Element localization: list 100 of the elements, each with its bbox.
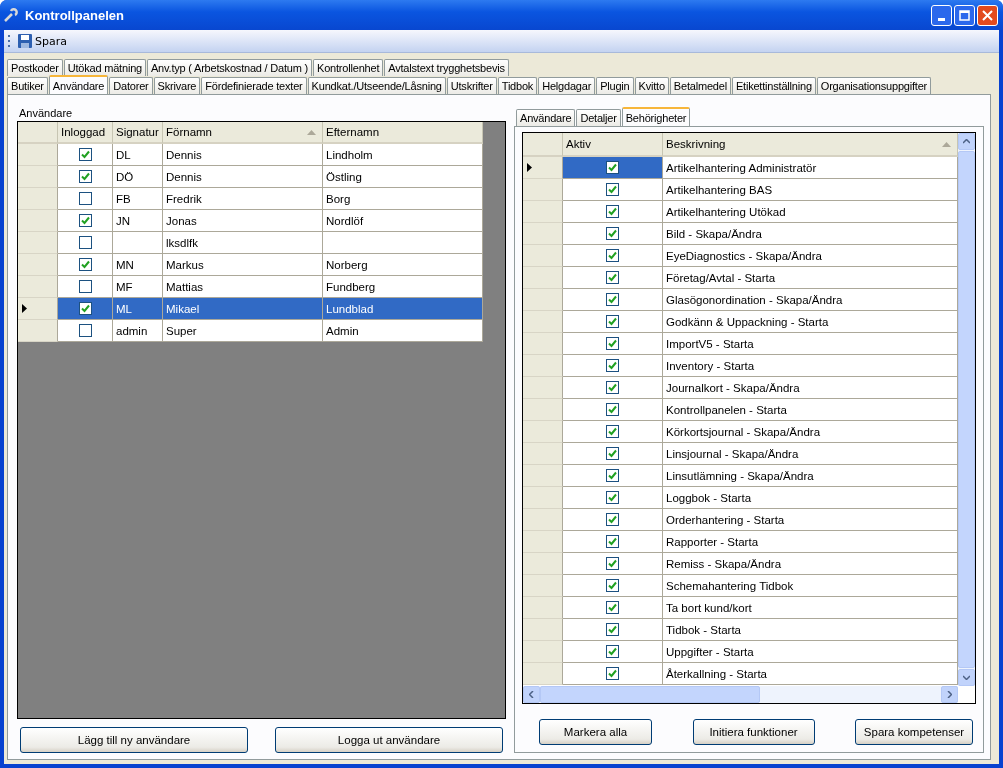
tab[interactable]: Plugin [596, 77, 634, 94]
checkbox[interactable] [78, 258, 92, 271]
checkbox[interactable] [606, 315, 619, 328]
scroll-right-icon[interactable] [947, 691, 952, 698]
table-cell: Jonas [163, 210, 323, 232]
checkbox[interactable] [606, 271, 619, 284]
checkbox[interactable] [606, 579, 619, 592]
tab[interactable]: Användare [48, 75, 109, 94]
checkbox[interactable] [78, 214, 92, 227]
column-header[interactable]: Förnamn [163, 122, 323, 144]
table-cell: Kontrollpanelen - Starta [663, 399, 958, 421]
table-cell: Ta bort kund/kort [663, 597, 958, 619]
table-cell: Mikael [163, 298, 323, 320]
add-user-button[interactable]: Lägg till ny användare [20, 727, 248, 753]
tab[interactable]: Utskrifter [446, 77, 497, 94]
checkbox[interactable] [78, 148, 92, 161]
table-cell: Återkallning - Starta [663, 663, 958, 685]
column-header[interactable]: Efternamn [323, 122, 483, 144]
scroll-down-icon[interactable] [963, 675, 970, 680]
checkbox[interactable] [78, 236, 92, 249]
checkbox[interactable] [606, 161, 619, 174]
checkbox[interactable] [606, 425, 619, 438]
tab[interactable]: Helgdagar [538, 77, 596, 94]
table-cell: Inventory - Starta [663, 355, 958, 377]
checkbox[interactable] [78, 324, 92, 337]
column-header[interactable]: Aktiv [563, 133, 663, 157]
checkbox[interactable] [606, 293, 619, 306]
table-cell: Artikelhantering Utökad [663, 201, 958, 223]
minimize-icon [938, 17, 945, 21]
table-cell: ImportV5 - Starta [663, 333, 958, 355]
init-functions-button[interactable]: Initiera funktioner [692, 719, 815, 745]
checkbox[interactable] [606, 381, 619, 394]
checkbox[interactable] [606, 513, 619, 526]
table-cell: Linsutlämning - Skapa/Ändra [663, 465, 958, 487]
row-header[interactable] [523, 157, 563, 179]
checkbox[interactable] [606, 359, 619, 372]
table-cell: Loggbok - Starta [663, 487, 958, 509]
tab[interactable]: Kundkat./Utseende/Låsning [307, 77, 446, 94]
tab[interactable]: Fördefinierade texter [201, 77, 307, 94]
tab[interactable]: Anv.typ ( Arbetskostnad / Datum ) [147, 59, 313, 76]
current-row-icon [527, 163, 532, 172]
tab[interactable]: Avtalstext trygghetsbevis [384, 59, 509, 76]
maximize-icon [959, 9, 970, 21]
tab[interactable]: Kontrollenhet [313, 59, 384, 76]
tab[interactable]: Användare [516, 109, 576, 126]
table-cell: Dennis [163, 166, 323, 188]
table-cell: Östling [323, 166, 483, 188]
tab[interactable]: Postkoder [7, 59, 63, 76]
checkbox[interactable] [606, 601, 619, 614]
checkbox[interactable] [606, 623, 619, 636]
tab[interactable]: Skrivare [153, 77, 201, 94]
checkbox[interactable] [606, 645, 619, 658]
tab[interactable]: Behörigheter [621, 107, 691, 126]
table-cell: Orderhantering - Starta [663, 509, 958, 531]
checkbox[interactable] [606, 667, 619, 680]
tab[interactable]: Betalmedel [669, 77, 731, 94]
checkbox[interactable] [606, 491, 619, 504]
table-cell: Norberg [323, 254, 483, 276]
maximize-button[interactable] [954, 4, 975, 26]
checkbox[interactable] [606, 183, 619, 196]
checkbox[interactable] [78, 170, 92, 183]
close-button[interactable] [977, 4, 998, 26]
row-header[interactable] [18, 298, 58, 320]
table-cell: Journalkort - Skapa/Ändra [663, 377, 958, 399]
checkbox[interactable] [606, 535, 619, 548]
checkbox[interactable] [78, 302, 92, 315]
logout-user-button[interactable]: Logga ut användare [275, 727, 503, 753]
close-icon [982, 9, 993, 21]
minimize-button[interactable] [931, 4, 952, 26]
vertical-scrollbar[interactable] [958, 133, 975, 686]
checkbox[interactable] [606, 249, 619, 262]
scroll-up-icon[interactable] [963, 139, 970, 144]
tab[interactable]: Butiker [7, 77, 48, 94]
tab[interactable]: Kvitto [634, 77, 669, 94]
tab[interactable]: Detaljer [576, 109, 621, 126]
checkbox[interactable] [78, 192, 92, 205]
tab[interactable]: Etikettinställning [731, 77, 816, 94]
select-all-button[interactable]: Markera alla [539, 719, 652, 745]
checkbox[interactable] [606, 557, 619, 570]
checkbox[interactable] [606, 205, 619, 218]
table-cell: admin [113, 320, 163, 342]
column-header[interactable]: Inloggad [58, 122, 113, 144]
scroll-left-icon[interactable] [529, 691, 534, 698]
tab[interactable]: Organisationsuppgifter [816, 77, 932, 94]
horizontal-scrollbar[interactable] [523, 686, 958, 703]
checkbox[interactable] [606, 227, 619, 240]
save-competences-button[interactable]: Spara kompetenser [855, 719, 973, 745]
checkbox[interactable] [78, 280, 92, 293]
checkbox[interactable] [606, 469, 619, 482]
save-button[interactable]: Spara [15, 31, 69, 51]
column-header[interactable]: Signatur [113, 122, 163, 144]
table-cell: MN [113, 254, 163, 276]
corner-header [523, 133, 563, 157]
tab[interactable]: Datorer [109, 77, 153, 94]
tab[interactable]: Utökad mätning [63, 59, 146, 76]
checkbox[interactable] [606, 403, 619, 416]
checkbox[interactable] [606, 337, 619, 350]
checkbox[interactable] [606, 447, 619, 460]
tab[interactable]: Tidbok [497, 77, 538, 94]
column-header[interactable]: Beskrivning [663, 133, 958, 157]
